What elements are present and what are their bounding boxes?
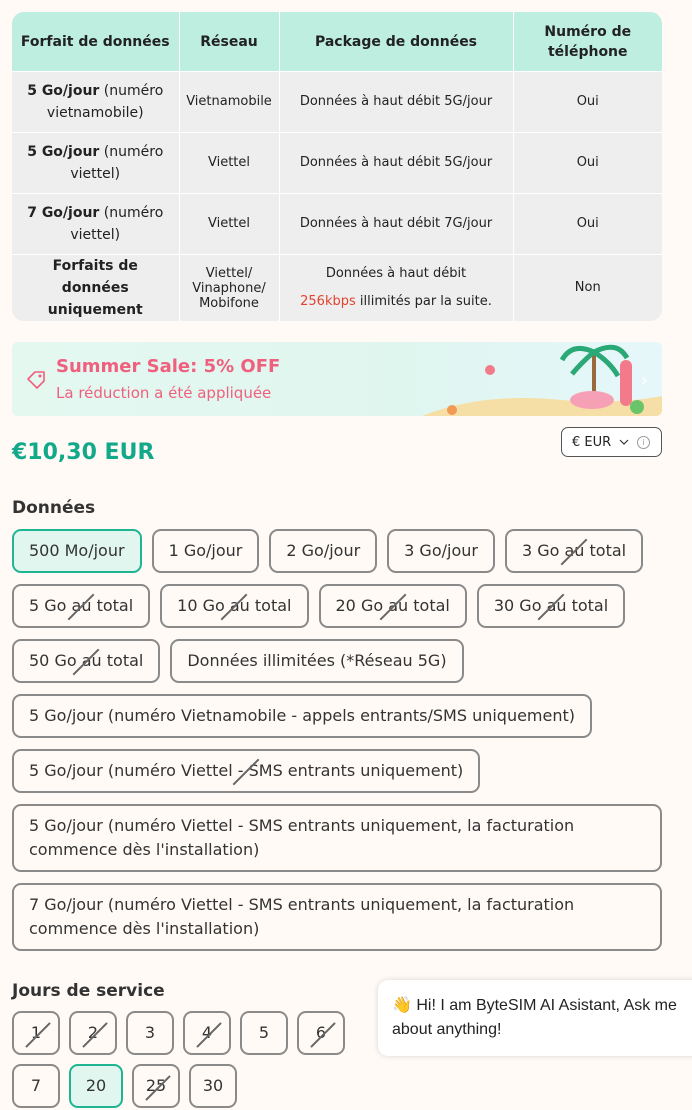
- day-option-button[interactable]: 30: [189, 1064, 237, 1108]
- data-option-button[interactable]: 20 Go au total: [318, 584, 467, 628]
- price-value: €10,30 EUR: [12, 440, 155, 465]
- data-option-button[interactable]: Données illimitées (*Réseau 5G): [170, 639, 464, 683]
- data-option-label: 5 Go/jour (numéro Vietnamobile - appels …: [29, 706, 576, 725]
- column-header: Réseau: [179, 12, 280, 72]
- chevron-down-icon: [619, 439, 629, 445]
- data-option-button[interactable]: 30 Go au total: [476, 584, 626, 628]
- package-cell: Données à haut débit 5G/jour: [279, 132, 514, 194]
- phone-cell: Non: [513, 254, 662, 321]
- day-option-button[interactable]: 3: [126, 1011, 174, 1055]
- data-option-button[interactable]: 500 Mo/jour: [12, 529, 142, 573]
- data-option-button[interactable]: 3 Go/jour: [387, 529, 495, 573]
- phone-cell: Oui: [513, 71, 662, 133]
- day-option-label: 3: [144, 1023, 156, 1042]
- data-option-button[interactable]: 5 Go/jour (numéro Viettel - SMS entrants…: [12, 749, 481, 793]
- price-row: €10,30 EUR € EUR i: [12, 416, 662, 478]
- currency-label: € EUR: [572, 434, 612, 450]
- day-option-button[interactable]: 5: [240, 1011, 288, 1055]
- day-option-label: 20: [85, 1076, 107, 1095]
- data-option-label: Données illimitées (*Réseau 5G): [187, 651, 447, 670]
- phone-cell: Oui: [513, 193, 662, 255]
- package-cell: Données à haut débit 5G/jour: [279, 71, 514, 133]
- plan-cell: 7 Go/jour (numéro viettel): [12, 193, 180, 255]
- plan-cell: 5 Go/jour (numéro viettel): [12, 132, 180, 194]
- table-header-row: Forfait de données Réseau Package de don…: [12, 12, 662, 72]
- data-option-button[interactable]: 5 Go/jour (numéro Vietnamobile - appels …: [12, 694, 593, 738]
- data-option-button[interactable]: 7 Go/jour (numéro Viettel - SMS entrants…: [12, 883, 662, 951]
- package-text: Données à haut débit: [325, 266, 467, 281]
- day-option-button[interactable]: 2: [69, 1011, 117, 1055]
- plan-cell: Forfaits de données uniquement: [12, 254, 180, 321]
- day-option-button[interactable]: 4: [183, 1011, 231, 1055]
- data-option-label: 7 Go/jour (numéro Viettel - SMS entrants…: [29, 895, 575, 938]
- tag-icon: [27, 371, 45, 389]
- plans-table: Forfait de données Réseau Package de don…: [12, 12, 662, 321]
- data-option-label: 5 Go/jour (numéro Viettel - SMS entrants…: [29, 816, 575, 859]
- day-option-button[interactable]: 1: [12, 1011, 60, 1055]
- data-option-button[interactable]: 3 Go au total: [504, 529, 644, 573]
- day-option-label: 5: [258, 1023, 270, 1042]
- data-option-label: 500 Mo/jour: [29, 541, 125, 560]
- day-option-button[interactable]: 6: [297, 1011, 345, 1055]
- data-option-button[interactable]: 1 Go/jour: [151, 529, 260, 573]
- wave-emoji: 👋: [392, 997, 412, 1014]
- data-option-button[interactable]: 10 Go au total: [160, 584, 309, 628]
- network-cell: Vietnamobile: [179, 71, 280, 133]
- table-row: 7 Go/jour (numéro viettel) Viettel Donné…: [12, 193, 662, 255]
- plans-table-container: Forfait de données Réseau Package de don…: [12, 12, 662, 321]
- summer-sale-banner[interactable]: Summer Sale: 5% OFF La réduction a été a…: [12, 342, 662, 416]
- day-option-button[interactable]: 7: [12, 1064, 60, 1108]
- data-section-title: Données: [12, 498, 96, 518]
- data-option-button[interactable]: 5 Go/jour (numéro Viettel - SMS entrants…: [12, 804, 662, 872]
- ai-assistant-chat-bubble[interactable]: 👋 Hi! I am ByteSIM AI Asistant, Ask me a…: [378, 980, 692, 1056]
- data-option-label: 3 Go/jour: [404, 541, 478, 560]
- chat-message: Hi! I am ByteSIM AI Asistant, Ask me abo…: [392, 997, 677, 1038]
- column-header: Numéro de téléphone: [513, 12, 662, 72]
- column-header: Forfait de données: [12, 12, 180, 72]
- package-cell: Données à haut débit 7G/jour: [279, 193, 514, 255]
- table-row: 5 Go/jour (numéro viettel) Viettel Donné…: [12, 132, 662, 194]
- chevron-right-icon[interactable]: ›: [641, 370, 648, 391]
- days-options: 1 2 3 4 5 6 7 20 25 30: [12, 1011, 372, 1108]
- currency-select[interactable]: € EUR i: [561, 427, 662, 457]
- phone-cell: Oui: [513, 132, 662, 194]
- data-option-label: 1 Go/jour: [168, 541, 243, 560]
- sale-subtitle: La réduction a été appliquée: [56, 384, 272, 402]
- day-option-label: 30: [202, 1076, 224, 1095]
- table-row: Forfaits de données uniquement Viettel/ …: [12, 254, 662, 321]
- data-option-button[interactable]: 5 Go au total: [12, 584, 151, 628]
- sale-title: Summer Sale: 5% OFF: [56, 356, 281, 377]
- data-option-button[interactable]: 2 Go/jour: [269, 529, 378, 573]
- plan-cell: 5 Go/jour (numéro vietnamobile): [12, 71, 180, 133]
- speed-highlight: 256kbps: [300, 294, 356, 309]
- beach-illustration: [422, 344, 662, 416]
- network-cell: Viettel: [179, 132, 280, 194]
- package-text: illimités par la suite.: [355, 294, 492, 309]
- network-cell: Viettel: [179, 193, 280, 255]
- data-option-button[interactable]: 50 Go au total: [12, 639, 161, 683]
- network-cell: Viettel/ Vinaphone/ Mobifone: [179, 254, 280, 321]
- page-content: Forfait de données Réseau Package de don…: [12, 12, 662, 1108]
- day-option-label: 7: [30, 1076, 42, 1095]
- day-option-button[interactable]: 25: [132, 1064, 180, 1108]
- data-options: 500 Mo/jour 1 Go/jour 2 Go/jour 3 Go/jour 3 …: [12, 529, 662, 951]
- day-option-button[interactable]: 20: [69, 1064, 123, 1108]
- info-icon[interactable]: i: [637, 435, 651, 449]
- column-header: Package de données: [279, 12, 514, 72]
- package-cell: Données à haut débit 256kbps illimités p…: [279, 254, 514, 321]
- table-row: 5 Go/jour (numéro vietnamobile) Vietnamo…: [12, 71, 662, 133]
- day-option-label: 25: [145, 1076, 167, 1095]
- data-option-label: 2 Go/jour: [286, 541, 361, 560]
